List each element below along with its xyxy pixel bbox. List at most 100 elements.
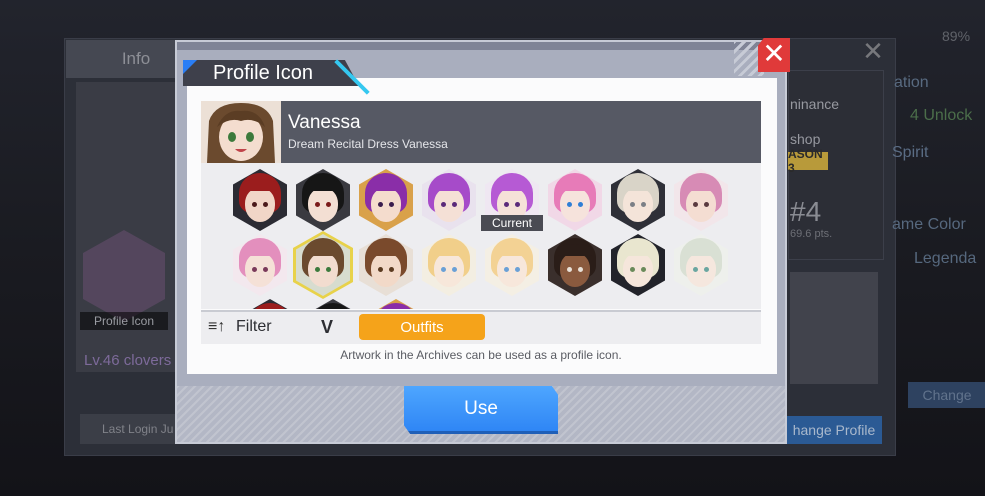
background-card-art bbox=[790, 272, 878, 384]
profile-icon-option[interactable] bbox=[611, 169, 665, 231]
filter-button[interactable]: Filter bbox=[236, 317, 272, 337]
background-rank: #4 bbox=[790, 196, 822, 227]
profile-icon-option[interactable] bbox=[422, 169, 476, 231]
character-eye bbox=[504, 266, 509, 272]
character-face bbox=[245, 187, 275, 222]
background-percent: 89% bbox=[942, 28, 971, 44]
character-eye bbox=[441, 201, 446, 207]
selected-portrait bbox=[201, 101, 281, 163]
character-eye bbox=[452, 266, 457, 272]
profile-icon-option[interactable] bbox=[359, 234, 413, 296]
background-close-icon: ✕ bbox=[862, 36, 884, 66]
character-face bbox=[434, 187, 464, 222]
character-eye bbox=[315, 201, 320, 207]
character-eye bbox=[389, 266, 394, 272]
character-eye bbox=[578, 266, 583, 272]
character-face bbox=[623, 252, 653, 287]
profile-icon-option[interactable] bbox=[233, 169, 287, 231]
background-far-right-3: Spirit bbox=[892, 144, 929, 161]
profile-icon-option[interactable] bbox=[296, 169, 350, 231]
use-button[interactable]: Use bbox=[404, 386, 558, 434]
character-bangs bbox=[684, 244, 718, 256]
character-eye bbox=[326, 201, 331, 207]
character-bangs bbox=[243, 244, 277, 256]
character-face bbox=[560, 187, 590, 222]
background-last-login: Last Login Ju bbox=[80, 414, 184, 444]
background-right-text-1: ninance bbox=[790, 96, 840, 112]
character-eye bbox=[641, 266, 646, 272]
profile-icon-option[interactable] bbox=[422, 234, 476, 296]
character-bangs bbox=[621, 244, 655, 256]
profile-icon-option-partial[interactable] bbox=[243, 299, 297, 309]
background-far-right-4: ame Color bbox=[892, 216, 966, 233]
character-eye bbox=[693, 266, 698, 272]
background-far-right-5: Legenda bbox=[914, 250, 977, 267]
character-eye bbox=[378, 266, 383, 272]
character-face bbox=[497, 252, 527, 287]
character-eye bbox=[630, 266, 635, 272]
character-eye bbox=[252, 201, 257, 207]
character-bangs bbox=[558, 244, 592, 256]
selected-outfit-description: Dream Recital Dress Vanessa bbox=[288, 137, 448, 151]
archives-note: Artwork in the Archives can be used as a… bbox=[340, 348, 622, 362]
profile-icon-option-partial[interactable] bbox=[369, 299, 423, 309]
background-change-profile-button: hange Profile bbox=[786, 416, 882, 444]
character-face bbox=[623, 187, 653, 222]
vanessa-portrait-image bbox=[201, 101, 281, 163]
icon-grid bbox=[201, 163, 761, 309]
profile-icon-option[interactable] bbox=[485, 234, 539, 296]
character-bangs bbox=[495, 179, 529, 191]
character-face bbox=[308, 187, 338, 222]
character-face bbox=[686, 252, 716, 287]
background-far-right-1: ation bbox=[894, 74, 929, 91]
chevron-down-icon[interactable]: V bbox=[321, 317, 333, 337]
character-face bbox=[434, 252, 464, 287]
close-button[interactable]: ✕ bbox=[758, 38, 790, 72]
character-eye bbox=[441, 266, 446, 272]
character-eye bbox=[630, 201, 635, 207]
profile-icon-option[interactable] bbox=[548, 234, 602, 296]
character-face bbox=[560, 252, 590, 287]
character-eye bbox=[515, 266, 520, 272]
character-eye bbox=[693, 201, 698, 207]
selected-character-name: Vanessa bbox=[288, 112, 361, 133]
character-bangs bbox=[558, 179, 592, 191]
outfits-button[interactable]: Outfits bbox=[359, 314, 485, 340]
character-bangs bbox=[306, 179, 340, 191]
profile-icon-option[interactable] bbox=[548, 169, 602, 231]
character-eye bbox=[452, 201, 457, 207]
character-face bbox=[371, 187, 401, 222]
character-eye bbox=[378, 201, 383, 207]
character-bangs bbox=[306, 244, 340, 256]
background-points: 69.6 pts. bbox=[790, 228, 833, 240]
character-eye bbox=[704, 201, 709, 207]
character-eye bbox=[504, 201, 509, 207]
character-face bbox=[686, 187, 716, 222]
background-level-text: Lv.46 clovers bbox=[84, 352, 172, 369]
character-bangs bbox=[432, 179, 466, 191]
character-bangs bbox=[621, 179, 655, 191]
profile-icon-option[interactable] bbox=[611, 234, 665, 296]
character-eye bbox=[704, 266, 709, 272]
background-season-badge: ASON 3 bbox=[788, 147, 828, 175]
selected-icon-header bbox=[201, 101, 761, 163]
character-eye bbox=[567, 201, 572, 207]
background-far-right-2: 4 Unlock bbox=[910, 107, 973, 124]
sort-icon[interactable]: ≡↑ bbox=[208, 317, 230, 337]
character-eye bbox=[326, 266, 331, 272]
character-bangs bbox=[369, 179, 403, 191]
character-face bbox=[308, 252, 338, 287]
profile-icon-option[interactable] bbox=[359, 169, 413, 231]
character-eye bbox=[641, 201, 646, 207]
profile-icon-option[interactable] bbox=[674, 234, 728, 296]
character-bangs bbox=[684, 179, 718, 191]
character-eye bbox=[578, 201, 583, 207]
character-eye bbox=[515, 201, 520, 207]
background-change-button: Change bbox=[908, 382, 985, 408]
profile-icon-option[interactable] bbox=[674, 169, 728, 231]
background-profile-icon-label: Profile Icon bbox=[80, 312, 168, 330]
profile-icon-option[interactable] bbox=[233, 234, 287, 296]
profile-icon-option-partial[interactable] bbox=[306, 299, 360, 309]
character-bangs bbox=[369, 244, 403, 256]
character-eye bbox=[263, 266, 268, 272]
